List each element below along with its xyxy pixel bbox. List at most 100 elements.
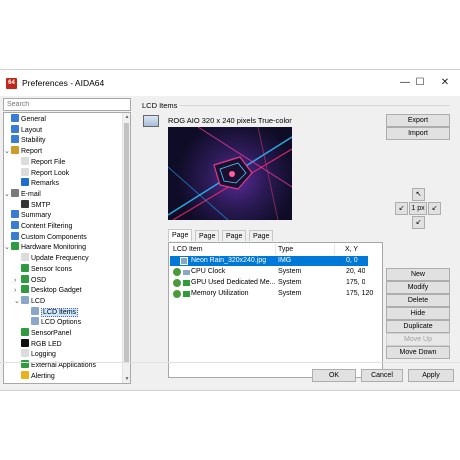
cancel-button[interactable]: Cancel [361,369,403,382]
tree-item-content-filtering[interactable]: Content Filtering [11,221,72,232]
update-frequency-icon [21,253,29,262]
import-button[interactable]: Import [386,127,450,140]
chevron-down-icon[interactable]: ⌄ [4,242,10,253]
row-xy: 20, 40 [346,268,366,275]
arrow-up-icon: ↖ [415,191,422,198]
tab-page-4[interactable]: Page 4 [249,230,274,251]
tree-item-sensorpanel[interactable]: SensorPanel [21,328,71,339]
tab-page-3[interactable]: Page 3 [222,230,247,251]
tree-item-rgb-led[interactable]: RGB LED [21,338,62,350]
tree-item-remarks[interactable]: Remarks [21,178,59,189]
tree-item-sensor-icons[interactable]: Sensor Icons [21,263,72,275]
ok-button[interactable]: OK [312,369,356,382]
delete-button[interactable]: Delete [386,294,450,307]
tree-item-update-frequency[interactable]: Update Frequency [21,253,89,264]
new-button[interactable]: New [386,268,450,281]
table-row[interactable]: CPU Clock System 20, 40 [170,267,368,277]
summary-icon [11,210,19,219]
tree-item-lcd[interactable]: ⌄ LCD [14,295,45,307]
chevron-right-icon[interactable]: › [14,285,16,296]
tree-item-desktop-gadget[interactable]: › Desktop Gadget [14,285,82,296]
nudge-down-button[interactable]: ↙ [412,216,425,229]
tree-item-stability[interactable]: Stability [11,135,46,146]
apply-button[interactable]: Apply [408,369,454,382]
move-down-button[interactable]: Move Down [386,346,450,359]
settings-tree: General Layout Stability ⌄ Report Report File… [3,112,131,384]
scroll-down-arrow-icon[interactable]: ▼ [123,375,130,383]
column-separator [275,244,276,255]
duplicate-button[interactable]: Duplicate [386,320,450,333]
table-row[interactable]: Neon Rain_320x240.jpg IMG 0, 0 [170,256,368,266]
nudge-up-button[interactable]: ↖ [412,188,425,201]
tree-item-label: Report File [31,158,66,166]
image-icon [180,257,188,265]
tree-item-lcd-items[interactable]: LCD Items [31,306,79,318]
table-row[interactable]: GPU Used Dedicated Me... System 175, 0 [170,278,368,288]
logging-icon [21,349,29,358]
tree-item-label: Sensor Icons [31,265,72,273]
table-row[interactable]: Memory Utilization System 175, 120 [170,289,373,299]
hide-button[interactable]: Hide [386,307,450,320]
row-type: IMG [278,257,292,264]
tree-item-lcd-options[interactable]: LCD Options [31,317,81,328]
modify-button[interactable]: Modify [386,281,450,294]
nudge-right-button[interactable]: ↙ [428,202,441,215]
content-filtering-icon [11,221,19,229]
tree-item-alerting[interactable]: Alerting [21,370,55,382]
chevron-right-icon[interactable]: › [14,275,16,286]
tree-item-label: E-mail [21,190,41,198]
search-input[interactable] [3,98,131,111]
tree-item-label: Desktop Gadget [31,287,82,295]
tree-item-general[interactable]: General [11,114,46,125]
lcd-items-table: LCD Item Type X, Y Neon Rain_320x240.jpg… [168,242,383,378]
tree-item-logging[interactable]: Logging [21,349,56,360]
chevron-down-icon[interactable]: ⌄ [4,146,10,157]
scroll-up-arrow-icon[interactable]: ▲ [123,113,130,121]
lcd-item-icon [183,280,190,286]
tree-item-label: General [21,116,46,123]
tree-item-custom-components[interactable]: Custom Components [11,231,87,243]
nudge-left-button[interactable]: ↙ [395,202,408,215]
tree-item-report-file[interactable]: Report File [21,156,66,168]
tab-page-1[interactable]: Page 1 [168,229,193,250]
maximize-button[interactable]: ☐ [407,76,433,90]
close-button[interactable]: ✕ [432,76,458,90]
lcd-items-icon [31,306,39,315]
footer-divider [0,362,460,363]
tree-item-smtp[interactable]: SMTP [21,199,50,211]
tree-item-e-mail[interactable]: ⌄ E-mail [4,188,41,200]
section-divider [180,105,450,106]
lcd-preview-image [168,127,292,220]
row-type: System [278,268,302,275]
sensor-icon [173,268,181,276]
lcd-device-name: ROG AIO 320 x 240 pixels True-color [168,116,292,125]
tree-item-label: Custom Components [21,233,87,241]
lcd-icon [21,295,29,304]
tree-item-hardware-monitoring[interactable]: ⌄ Hardware Monitoring [4,242,86,253]
tree-item-report-look[interactable]: Report Look [21,167,69,179]
tree-scrollbar-thumb[interactable] [124,123,129,363]
tree-item-summary[interactable]: Summary [11,210,51,221]
column-header-lcd-item[interactable]: LCD Item [173,245,203,255]
tree-scrollbar[interactable]: ▲ ▼ [122,113,130,383]
row-type: System [278,279,302,286]
tree-item-osd[interactable]: › OSD [14,274,46,286]
column-header-xy[interactable]: X, Y [345,245,358,255]
lcd-device-icon [143,115,159,127]
tree-item-report[interactable]: ⌄ Report [4,146,43,157]
tree-item-layout[interactable]: Layout [11,124,42,136]
move-up-button[interactable]: Move Up [386,333,450,346]
lcd-item-icon [183,270,190,275]
arrow-right-icon: ↙ [431,205,438,212]
tab-page-2[interactable]: Page 2 [195,230,220,251]
hardware-monitoring-icon [11,242,19,251]
chevron-down-icon[interactable]: ⌄ [4,189,10,200]
desktop-gadget-icon [21,285,29,294]
sensorpanel-icon [21,328,29,336]
column-header-type[interactable]: Type [278,245,293,255]
tree-item-label: Report [21,148,43,156]
chevron-down-icon[interactable]: ⌄ [14,296,20,307]
step-size-button[interactable]: 1 px [409,202,427,215]
row-type: System [278,290,302,297]
export-button[interactable]: Export [386,114,450,127]
